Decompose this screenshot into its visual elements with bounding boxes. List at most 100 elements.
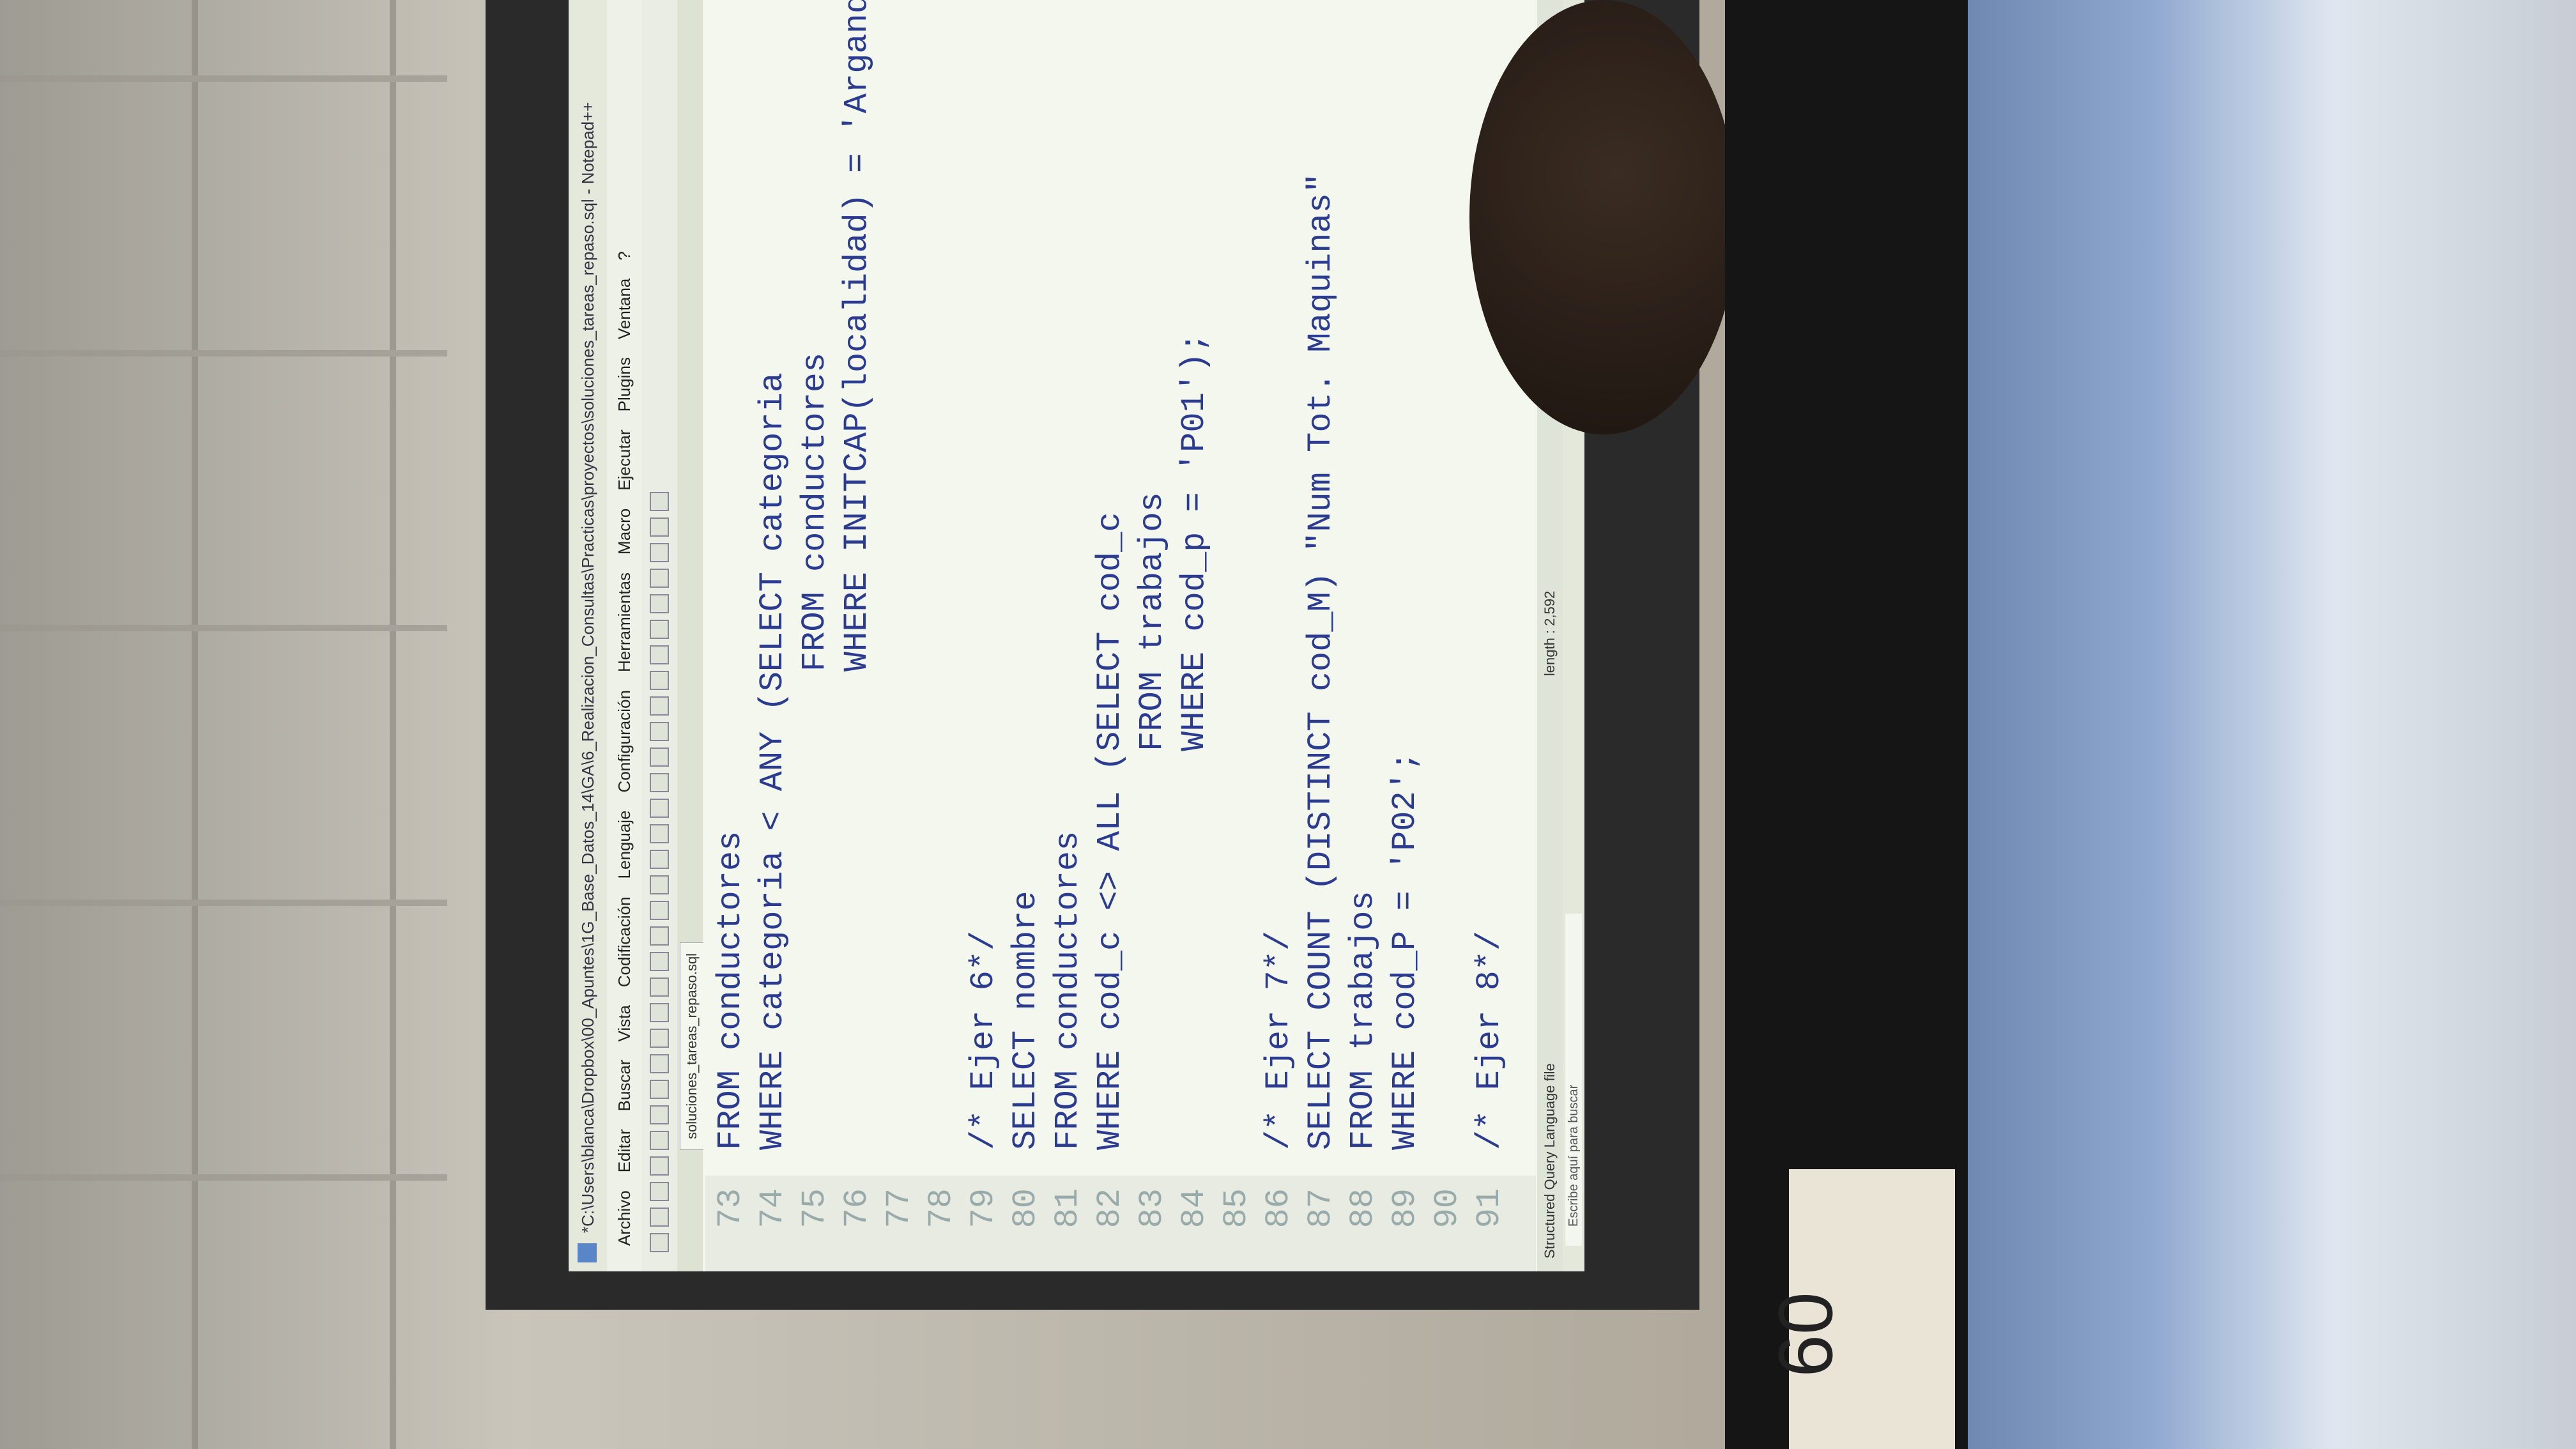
- code-text: WHERE cod_c <> ALL (SELECT cod_c: [1091, 512, 1129, 1150]
- menu-item[interactable]: Configuración: [607, 690, 641, 792]
- toolbar: [641, 0, 677, 1271]
- toolbar-button-icon[interactable]: [650, 1156, 669, 1176]
- code-line: 74 WHERE categoria < ANY (SELECT categori…: [754, 0, 792, 1271]
- tab-bar: soluciones_tareas_repaso.sql: [677, 0, 703, 1271]
- menu-item[interactable]: Ventana: [607, 279, 641, 339]
- menu-item[interactable]: Editar: [607, 1129, 641, 1172]
- window-titlebar: *C:\Users\blanca\Dropbox\00_Apuntes\1G_B…: [569, 0, 607, 1271]
- line-number: 80: [1007, 1188, 1045, 1229]
- line-number: 85: [1218, 1188, 1255, 1229]
- code-text: WHERE categoria < ANY (SELECT categoria: [754, 372, 792, 1150]
- line-number: 81: [1049, 1188, 1087, 1229]
- notepad-icon: [578, 1243, 597, 1262]
- toolbar-button-icon[interactable]: [650, 492, 669, 511]
- toolbar-button-icon[interactable]: [650, 799, 669, 818]
- toolbar-button-icon[interactable]: [650, 569, 669, 588]
- code-text: FROM conductores: [1049, 831, 1087, 1150]
- code-line: 78: [923, 0, 961, 1271]
- toolbar-button-icon[interactable]: [650, 1182, 669, 1201]
- toolbar-button-icon[interactable]: [650, 952, 669, 971]
- toolbar-button-icon[interactable]: [650, 696, 669, 716]
- room-number-text: 60: [1763, 1292, 1849, 1377]
- line-number: 84: [1176, 1188, 1213, 1229]
- menu-item[interactable]: Buscar: [607, 1059, 641, 1111]
- line-number: 86: [1260, 1188, 1298, 1229]
- toolbar-button-icon[interactable]: [650, 875, 669, 894]
- toolbar-button-icon[interactable]: [650, 1080, 669, 1099]
- menu-item[interactable]: Vista: [607, 1005, 641, 1041]
- toolbar-button-icon[interactable]: [650, 1054, 669, 1073]
- line-number: 90: [1429, 1188, 1466, 1229]
- menu-item[interactable]: Archivo: [607, 1190, 641, 1246]
- toolbar-button-icon[interactable]: [650, 901, 669, 920]
- person-head: [1469, 0, 1738, 434]
- menu-item[interactable]: Codificación: [607, 896, 641, 987]
- toolbar-button-icon[interactable]: [650, 722, 669, 741]
- menu-item[interactable]: Herramientas: [607, 572, 641, 672]
- toolbar-button-icon[interactable]: [650, 1208, 669, 1227]
- line-number: 77: [880, 1188, 918, 1229]
- code-text: FROM conductores: [712, 831, 749, 1150]
- status-length: length : 2,592: [1542, 590, 1558, 677]
- toolbar-button-icon[interactable]: [650, 977, 669, 997]
- line-number: 74: [754, 1188, 792, 1229]
- code-line: 89 WHERE cod_P = 'P02';: [1386, 0, 1425, 1271]
- menu-item[interactable]: Ejecutar: [607, 429, 641, 490]
- toolbar-button-icon[interactable]: [650, 1105, 669, 1124]
- foreground-monitor-screen: [1968, 0, 2576, 1449]
- room-number-sign: 60: [1763, 1169, 1955, 1449]
- toolbar-button-icon[interactable]: [650, 926, 669, 946]
- menu-item[interactable]: Lenguaje: [607, 810, 641, 878]
- line-number: 87: [1302, 1188, 1340, 1229]
- code-line: 88 FROM trabajos: [1344, 0, 1383, 1271]
- code-line: 77: [880, 0, 919, 1271]
- line-number: 79: [965, 1188, 1002, 1229]
- line-number: 91: [1471, 1188, 1508, 1229]
- toolbar-button-icon[interactable]: [650, 620, 669, 639]
- code-line: 75 FROM conductores: [796, 0, 834, 1271]
- line-number: 82: [1091, 1188, 1129, 1229]
- taskbar-search-input[interactable]: Escribe aquí para buscar: [1565, 914, 1582, 1246]
- toolbar-button-icon[interactable]: [650, 1003, 669, 1022]
- menu-item[interactable]: Plugins: [607, 357, 641, 411]
- code-text: FROM trabajos: [1344, 891, 1382, 1150]
- toolbar-button-icon[interactable]: [650, 1029, 669, 1048]
- menu-item[interactable]: Macro: [607, 509, 641, 555]
- code-line: 73 FROM conductores: [712, 0, 750, 1271]
- toolbar-button-icon[interactable]: [650, 1131, 669, 1150]
- toolbar-button-icon[interactable]: [650, 1233, 669, 1252]
- code-line: 84 WHERE cod_p = 'P01');: [1176, 0, 1214, 1271]
- toolbar-button-icon[interactable]: [650, 518, 669, 537]
- code-text: WHERE INITCAP(localidad) = 'Arganda': [838, 0, 876, 1150]
- code-editor[interactable]: 73 FROM conductores 74 WHERE categoria < AN…: [705, 0, 1536, 1271]
- code-line: 76 WHERE INITCAP(localidad) = 'Arganda': [838, 0, 877, 1271]
- line-number: 89: [1386, 1188, 1424, 1229]
- projection-screen: *C:\Users\blanca\Dropbox\00_Apuntes\1G_B…: [569, 0, 1584, 1271]
- toolbar-button-icon[interactable]: [650, 645, 669, 664]
- code-line: 85: [1218, 0, 1256, 1271]
- toolbar-button-icon[interactable]: [650, 747, 669, 767]
- toolbar-button-icon[interactable]: [650, 850, 669, 869]
- code-text: /* Ejer 8*/: [1471, 930, 1508, 1150]
- toolbar-button-icon[interactable]: [650, 594, 669, 613]
- code-text: SELECT nombre: [1007, 891, 1045, 1150]
- code-line: 83 FROM trabajos: [1133, 0, 1172, 1271]
- line-number: 76: [838, 1188, 876, 1229]
- line-number: 88: [1344, 1188, 1382, 1229]
- code-text: WHERE cod_p = 'P01');: [1176, 332, 1213, 1150]
- code-text: SELECT COUNT (DISTINCT cod_M) "Num Tot. …: [1302, 172, 1340, 1150]
- ceiling-tiles: [0, 0, 447, 1449]
- code-line: 82 WHERE cod_c <> ALL (SELECT cod_c: [1091, 0, 1130, 1271]
- code-text: WHERE cod_P = 'P02';: [1386, 751, 1424, 1150]
- toolbar-button-icon[interactable]: [650, 671, 669, 690]
- code-text: FROM conductores: [796, 352, 834, 1150]
- code-text: FROM trabajos: [1133, 492, 1171, 1150]
- tab-soluciones[interactable]: soluciones_tareas_repaso.sql: [680, 942, 703, 1150]
- toolbar-button-icon[interactable]: [650, 543, 669, 562]
- line-number: 75: [796, 1188, 834, 1229]
- toolbar-button-icon[interactable]: [650, 824, 669, 843]
- toolbar-button-icon[interactable]: [650, 773, 669, 792]
- menu-item[interactable]: ?: [607, 251, 641, 260]
- code-line: 86 /* Ejer 7*/: [1260, 0, 1298, 1271]
- line-number: 73: [712, 1188, 749, 1229]
